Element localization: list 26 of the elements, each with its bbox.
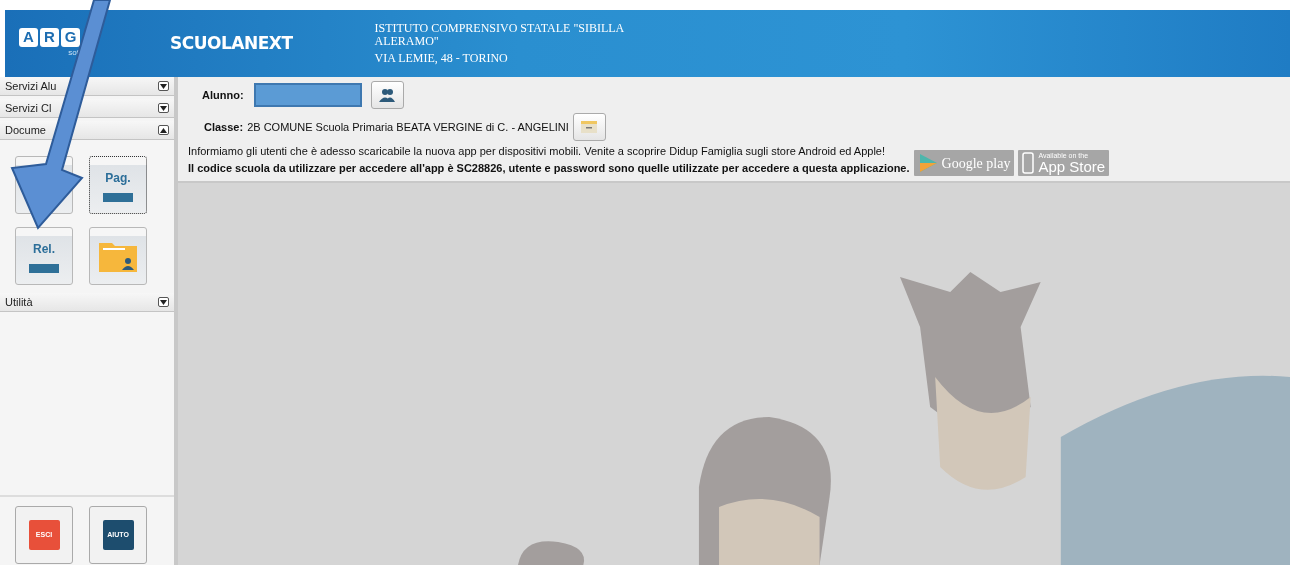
phone-icon bbox=[1022, 152, 1035, 174]
select-student-button[interactable] bbox=[370, 81, 404, 109]
product-name: SCUOLANEXT bbox=[170, 31, 293, 55]
notice-text: Il codice scuola da utilizzare per accedere all'app è SC28826, utente e password sono quelle utilizzate per accedere a questa applicazione. bbox=[188, 160, 910, 176]
field-label: Alunno: bbox=[202, 87, 244, 103]
people-icon bbox=[379, 88, 396, 102]
toggle-icon[interactable] bbox=[158, 297, 169, 307]
school-address: VIA LEMIE, 48 - TORINO bbox=[374, 52, 509, 65]
field-label: Classe: bbox=[204, 119, 244, 135]
logo-letter: R bbox=[40, 28, 59, 47]
toggle-icon[interactable] bbox=[158, 103, 169, 113]
student-field[interactable] bbox=[253, 83, 362, 107]
document-tile[interactable] bbox=[89, 227, 147, 285]
document-tile[interactable]: Pag. bbox=[89, 156, 147, 214]
folder-person-icon bbox=[99, 240, 137, 272]
school-name: ISTITUTO COMPRENSIVO STATALE "SIBILLA ALERAMO" bbox=[374, 22, 625, 48]
toggle-icon[interactable] bbox=[158, 125, 169, 135]
notice-text: Informiamo gli utenti che è adesso scaricabile la nuova app per dispositivi mobili. Venite a scoprire Didup Famiglia sugli store Android ed Apple! bbox=[188, 144, 887, 159]
tray-icon bbox=[581, 121, 598, 133]
logo-letter: A bbox=[19, 28, 38, 47]
toggle-icon[interactable] bbox=[158, 81, 169, 91]
class-value: 2B COMUNE Scuola Primaria BEATA VERGINE di C. - ANGELINI bbox=[247, 119, 569, 135]
logo-letter: G bbox=[61, 28, 80, 47]
play-icon bbox=[917, 153, 938, 173]
document-tile[interactable]: Rel. bbox=[15, 227, 73, 285]
section-title[interactable]: Utilità bbox=[5, 293, 33, 311]
